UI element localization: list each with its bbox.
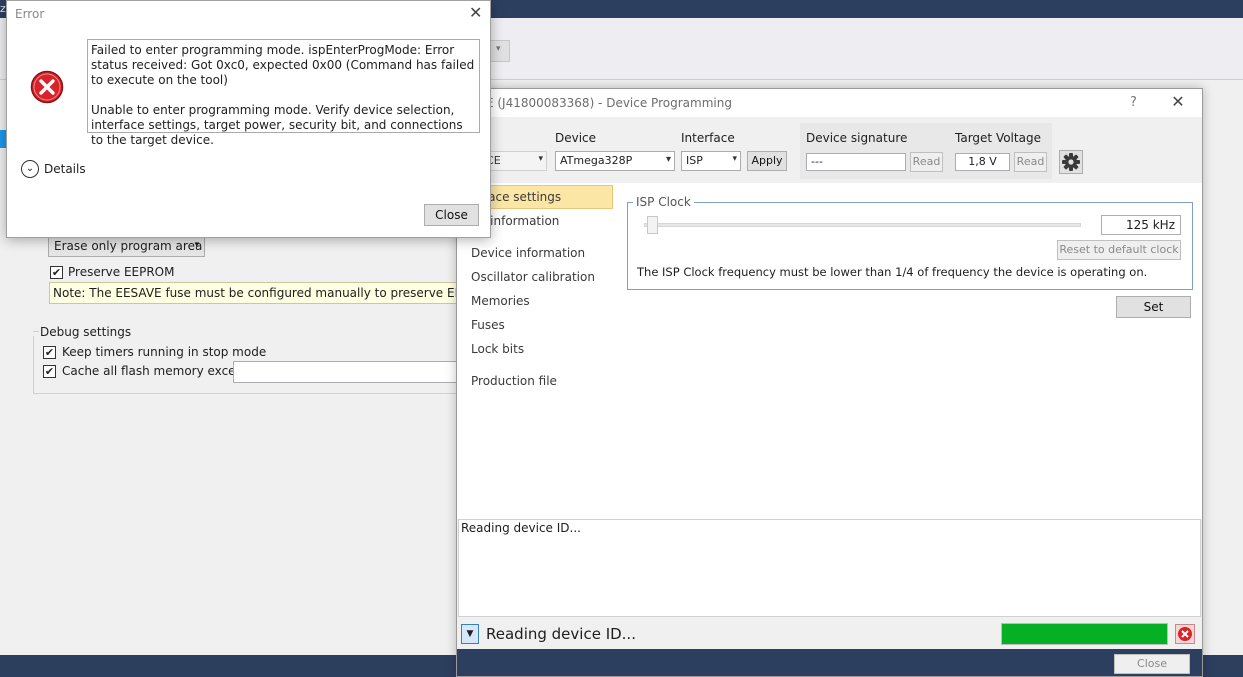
device-header: Device <box>555 131 597 145</box>
nav-item-interface-settings[interactable]: rface settings <box>479 190 561 204</box>
progress-fill <box>1002 624 1167 644</box>
device-signature-field: --- <box>806 153 906 171</box>
apply-button[interactable]: Apply <box>747 151 787 171</box>
isp-clock-slider-thumb[interactable] <box>647 216 658 234</box>
cache-exception-input[interactable] <box>233 361 463 383</box>
nav-item-fuses[interactable]: Fuses <box>471 318 505 332</box>
chevron-down-icon: ▾ <box>538 154 543 164</box>
voltage-read-button[interactable]: Read <box>1014 152 1047 172</box>
expand-log-button[interactable]: ▼ <box>461 624 479 644</box>
help-button[interactable]: ? <box>1130 95 1137 110</box>
error-dialog: Error ✕ Failed to enter programming mode… <box>6 0 491 238</box>
interface-select[interactable]: ISP ▾ <box>681 151 741 171</box>
isp-clock-slider-track[interactable] <box>644 223 1081 227</box>
reset-clock-button[interactable]: Reset to default clock <box>1057 240 1181 260</box>
chevron-down-icon: ▼ <box>466 629 474 639</box>
chevron-down-icon: ▾ <box>665 154 671 165</box>
progress-bar <box>1001 623 1168 645</box>
error-message-primary: Failed to enter programming mode. ispEnt… <box>91 43 475 87</box>
keep-timers-label: Keep timers running in stop mode <box>62 345 267 359</box>
cache-flash-label: Cache all flash memory except <box>62 364 248 378</box>
set-button[interactable]: Set <box>1116 296 1191 318</box>
close-icon[interactable]: ✕ <box>1171 92 1185 111</box>
interface-value: ISP <box>686 154 703 167</box>
isp-clock-value-field[interactable]: 125 kHz <box>1101 215 1181 235</box>
error-message-box: Failed to enter programming mode. ispEnt… <box>87 39 480 147</box>
voltage-header: Target Voltage <box>955 131 1041 145</box>
close-icon[interactable]: ✕ <box>469 3 482 22</box>
eesave-note: Note: The EESAVE fuse must be configured… <box>49 282 461 304</box>
chevron-down-icon: ▾ <box>732 154 737 164</box>
toolbar-dropdown[interactable]: ▾ <box>490 40 510 62</box>
error-close-button[interactable]: Close <box>424 204 479 226</box>
preserve-eeprom-checkbox[interactable]: ✔ <box>50 266 63 279</box>
preserve-eeprom-label: Preserve EEPROM <box>68 265 175 279</box>
nav-item-tool-information[interactable]: l information <box>483 214 559 228</box>
cancel-x-icon <box>1178 627 1192 641</box>
details-expander[interactable]: ⌄ <box>21 160 39 178</box>
nav-item-oscillator-calibration[interactable]: Oscillator calibration <box>471 270 595 284</box>
nav-item-lock-bits[interactable]: Lock bits <box>471 342 524 356</box>
error-message-secondary: Unable to enter programming mode. Verify… <box>91 103 463 147</box>
error-x-icon <box>30 70 64 104</box>
eesave-note-text: Note: The EESAVE fuse must be configured… <box>53 286 460 300</box>
chevron-down-icon: ⌄ <box>25 163 35 174</box>
gear-icon <box>1062 153 1080 171</box>
erase-option-select[interactable]: Erase only program area ▾ <box>48 236 205 257</box>
log-output: Reading device ID... <box>458 519 1201 617</box>
device-value: ATmega328P <box>560 154 633 167</box>
target-voltage-field: 1,8 V <box>955 153 1010 171</box>
debug-settings-title: Debug settings <box>39 325 133 339</box>
erase-option-value: Erase only program area <box>54 239 203 253</box>
interface-header: Interface <box>681 131 735 145</box>
signature-header: Device signature <box>806 131 908 145</box>
isp-clock-note: The ISP Clock frequency must be lower th… <box>637 265 1148 279</box>
dialog-title-bar: el-ICE (J41800083368) - Device Programmi… <box>457 89 1202 117</box>
keep-timers-checkbox[interactable]: ✔ <box>43 346 56 359</box>
error-dialog-title: Error <box>15 7 45 21</box>
chevron-down-icon: ▾ <box>194 240 199 250</box>
cache-flash-checkbox[interactable]: ✔ <box>43 365 56 378</box>
chevron-down-icon: ▾ <box>496 44 501 54</box>
details-label[interactable]: Details <box>44 162 86 176</box>
nav-item-memories[interactable]: Memories <box>471 294 530 308</box>
status-text: Reading device ID... <box>486 625 636 643</box>
log-line: Reading device ID... <box>461 521 581 535</box>
cancel-operation-button[interactable] <box>1175 624 1195 644</box>
settings-button[interactable] <box>1059 150 1083 174</box>
dialog-footer <box>457 649 1202 676</box>
device-select[interactable]: ATmega328P ▾ <box>555 151 675 171</box>
dialog-title: el-ICE (J41800083368) - Device Programmi… <box>459 96 732 110</box>
isp-clock-title: ISP Clock <box>633 195 694 209</box>
signature-read-button[interactable]: Read <box>910 152 943 172</box>
nav-item-device-information[interactable]: Device information <box>471 246 585 260</box>
device-programming-dialog: el-ICE (J41800083368) - Device Programmi… <box>456 88 1203 677</box>
nav-item-production-file[interactable]: Production file <box>471 374 557 388</box>
close-button[interactable]: Close <box>1114 654 1190 674</box>
